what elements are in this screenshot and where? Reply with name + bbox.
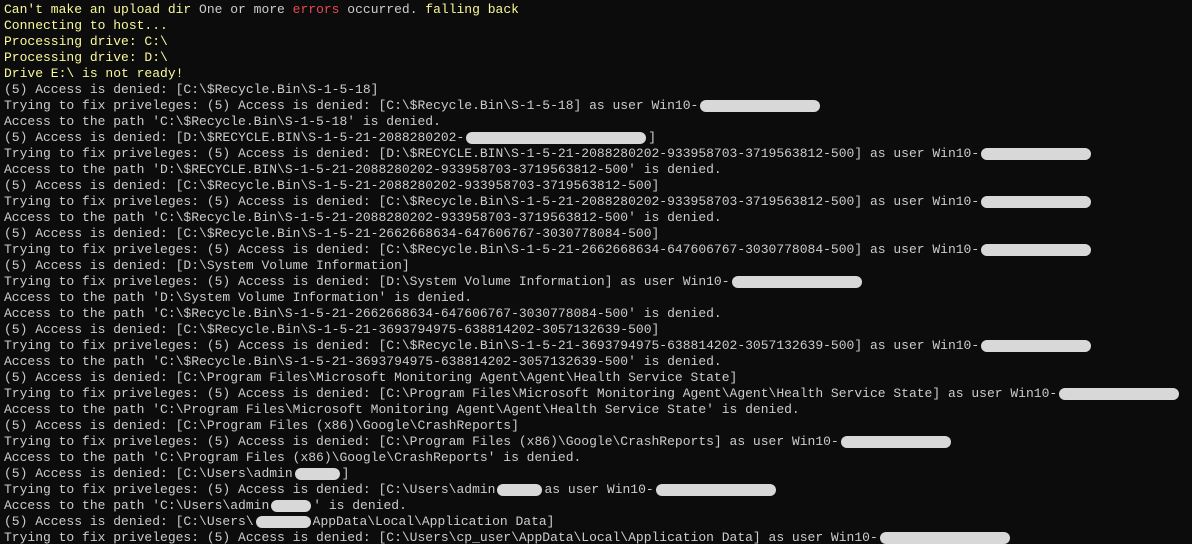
terminal-text-segment: errors xyxy=(293,2,340,18)
terminal-line: Can't make an upload dir One or more err… xyxy=(4,2,1188,18)
terminal-line: (5) Access is denied: [C:\Program Files\… xyxy=(4,370,1188,386)
terminal-line: (5) Access is denied: [C:\Users\ AppData\… xyxy=(4,514,1188,530)
redacted-region xyxy=(732,276,862,288)
terminal-text-segment: ] xyxy=(342,466,350,482)
terminal-text-segment: Access to the path 'C:\Program Files (x8… xyxy=(4,450,581,466)
redacted-region xyxy=(466,132,646,144)
terminal-text-segment: Access to the path 'D:\System Volume Inf… xyxy=(4,290,472,306)
terminal-text-segment: occurred. xyxy=(339,2,417,18)
terminal-line: Processing drive: C:\ xyxy=(4,34,1188,50)
terminal-text-segment: One or more xyxy=(199,2,293,18)
terminal-line: Access to the path 'C:\$Recycle.Bin\S-1-… xyxy=(4,114,1188,130)
redacted-region xyxy=(295,468,340,480)
terminal-line: Trying to fix priveleges: (5) Access is … xyxy=(4,530,1188,544)
terminal-text-segment: AppData\Local\Application Data] xyxy=(313,514,555,530)
redacted-region xyxy=(880,532,1010,544)
terminal-text-segment: Processing drive: D:\ xyxy=(4,50,168,66)
terminal-line: (5) Access is denied: [C:\$Recycle.Bin\S… xyxy=(4,178,1188,194)
terminal-line: Trying to fix priveleges: (5) Access is … xyxy=(4,434,1188,450)
terminal-text-segment: Trying to fix priveleges: (5) Access is … xyxy=(4,530,878,544)
terminal-text-segment: Processing drive: C:\ xyxy=(4,34,168,50)
terminal-text-segment: Access to the path 'D:\$RECYCLE.BIN\S-1-… xyxy=(4,162,722,178)
terminal-line: Access to the path 'D:\System Volume Inf… xyxy=(4,290,1188,306)
terminal-text-segment: Access to the path 'C:\Users\admin xyxy=(4,498,269,514)
terminal-output: Can't make an upload dir One or more err… xyxy=(0,0,1192,544)
terminal-line: Access to the path 'C:\Program Files\Mic… xyxy=(4,402,1188,418)
terminal-text-segment: ' is denied. xyxy=(313,498,407,514)
terminal-text-segment: (5) Access is denied: [C:\Users\admin xyxy=(4,466,293,482)
terminal-text-segment: Trying to fix priveleges: (5) Access is … xyxy=(4,386,1057,402)
terminal-text-segment: (5) Access is denied: [D:\System Volume … xyxy=(4,258,410,274)
terminal-line: Access to the path 'C:\Users\admin ' is d… xyxy=(4,498,1188,514)
terminal-text-segment: (5) Access is denied: [C:\$Recycle.Bin\S… xyxy=(4,322,659,338)
redacted-region xyxy=(700,100,820,112)
terminal-line: Trying to fix priveleges: (5) Access is … xyxy=(4,482,1188,498)
terminal-line: (5) Access is denied: [D:\System Volume … xyxy=(4,258,1188,274)
terminal-text-segment: Trying to fix priveleges: (5) Access is … xyxy=(4,338,979,354)
terminal-line: Drive E:\ is not ready! xyxy=(4,66,1188,82)
terminal-text-segment: Access to the path 'C:\$Recycle.Bin\S-1-… xyxy=(4,306,722,322)
terminal-text-segment: Trying to fix priveleges: (5) Access is … xyxy=(4,194,979,210)
terminal-text-segment: Access to the path 'C:\Program Files\Mic… xyxy=(4,402,800,418)
terminal-text-segment: (5) Access is denied: [D:\$RECYCLE.BIN\S… xyxy=(4,130,464,146)
terminal-line: (5) Access is denied: [C:\$Recycle.Bin\S… xyxy=(4,226,1188,242)
redacted-region xyxy=(1059,388,1179,400)
terminal-text-segment: Trying to fix priveleges: (5) Access is … xyxy=(4,146,979,162)
redacted-region xyxy=(981,148,1091,160)
terminal-text-segment: (5) Access is denied: [C:\Users\ xyxy=(4,514,254,530)
redacted-region xyxy=(981,196,1091,208)
redacted-region xyxy=(656,484,776,496)
terminal-line: Access to the path 'C:\$Recycle.Bin\S-1-… xyxy=(4,210,1188,226)
terminal-text-segment: Trying to fix priveleges: (5) Access is … xyxy=(4,274,730,290)
redacted-region xyxy=(841,436,951,448)
terminal-line: Trying to fix priveleges: (5) Access is … xyxy=(4,146,1188,162)
terminal-text-segment: (5) Access is denied: [C:\Program Files\… xyxy=(4,370,737,386)
redacted-region xyxy=(497,484,542,496)
terminal-text-segment: Trying to fix priveleges: (5) Access is … xyxy=(4,242,979,258)
terminal-text-segment: Connecting to host... xyxy=(4,18,168,34)
terminal-text-segment: Access to the path 'C:\$Recycle.Bin\S-1-… xyxy=(4,354,722,370)
terminal-line: Trying to fix priveleges: (5) Access is … xyxy=(4,386,1188,402)
terminal-text-segment: (5) Access is denied: [C:\$Recycle.Bin\S… xyxy=(4,178,659,194)
terminal-text-segment: (5) Access is denied: [C:\$Recycle.Bin\S… xyxy=(4,226,659,242)
terminal-text-segment: ] xyxy=(648,130,656,146)
terminal-text-segment: as user Win10- xyxy=(544,482,653,498)
terminal-text-segment: Can't make an upload dir xyxy=(4,2,199,18)
terminal-line: (5) Access is denied: [C:\Program Files … xyxy=(4,418,1188,434)
terminal-text-segment: falling back xyxy=(418,2,519,18)
terminal-text-segment: (5) Access is denied: [C:\Program Files … xyxy=(4,418,519,434)
terminal-line: (5) Access is denied: [D:\$RECYCLE.BIN\S… xyxy=(4,130,1188,146)
terminal-text-segment: (5) Access is denied: [C:\$Recycle.Bin\S… xyxy=(4,82,378,98)
terminal-line: (5) Access is denied: [C:\$Recycle.Bin\S… xyxy=(4,322,1188,338)
terminal-text-segment: Trying to fix priveleges: (5) Access is … xyxy=(4,98,698,114)
terminal-line: Processing drive: D:\ xyxy=(4,50,1188,66)
terminal-line: Trying to fix priveleges: (5) Access is … xyxy=(4,98,1188,114)
terminal-line: Access to the path 'C:\Program Files (x8… xyxy=(4,450,1188,466)
terminal-text-segment: Trying to fix priveleges: (5) Access is … xyxy=(4,434,839,450)
terminal-line: Trying to fix priveleges: (5) Access is … xyxy=(4,194,1188,210)
terminal-line: (5) Access is denied: [C:\Users\admin] xyxy=(4,466,1188,482)
terminal-line: Trying to fix priveleges: (5) Access is … xyxy=(4,338,1188,354)
terminal-line: Trying to fix priveleges: (5) Access is … xyxy=(4,274,1188,290)
terminal-text-segment: Access to the path 'C:\$Recycle.Bin\S-1-… xyxy=(4,114,441,130)
terminal-line: (5) Access is denied: [C:\$Recycle.Bin\S… xyxy=(4,82,1188,98)
terminal-line: Access to the path 'C:\$Recycle.Bin\S-1-… xyxy=(4,354,1188,370)
terminal-line: Connecting to host... xyxy=(4,18,1188,34)
redacted-region xyxy=(981,244,1091,256)
terminal-line: Access to the path 'C:\$Recycle.Bin\S-1-… xyxy=(4,306,1188,322)
terminal-text-segment: Drive E:\ is not ready! xyxy=(4,66,183,82)
redacted-region xyxy=(981,340,1091,352)
terminal-text-segment: Trying to fix priveleges: (5) Access is … xyxy=(4,482,495,498)
terminal-line: Access to the path 'D:\$RECYCLE.BIN\S-1-… xyxy=(4,162,1188,178)
redacted-region xyxy=(256,516,311,528)
redacted-region xyxy=(271,500,311,512)
terminal-line: Trying to fix priveleges: (5) Access is … xyxy=(4,242,1188,258)
terminal-text-segment: Access to the path 'C:\$Recycle.Bin\S-1-… xyxy=(4,210,722,226)
